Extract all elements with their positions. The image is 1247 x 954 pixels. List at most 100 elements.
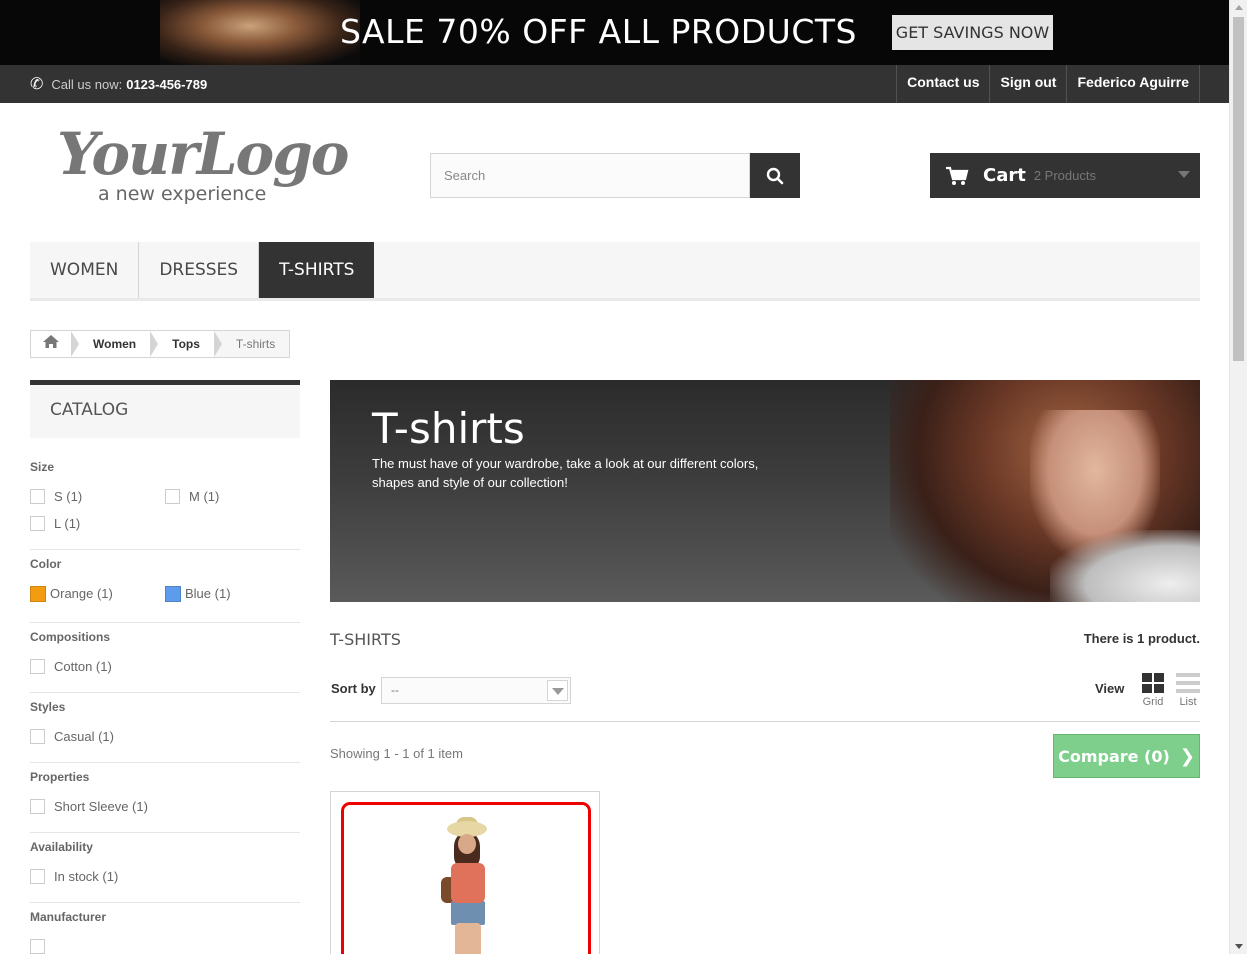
chevron-down-icon[interactable] <box>1178 171 1190 178</box>
facet-styles: Styles Casual (1) <box>30 700 300 750</box>
filter-size-m[interactable]: M (1) <box>165 483 300 510</box>
logo-tagline: a new experience <box>98 183 267 205</box>
filter-in-stock[interactable]: In stock (1) <box>30 863 300 890</box>
scroll-down-icon[interactable] <box>1235 944 1243 949</box>
product-count: There is 1 product. <box>1083 631 1200 646</box>
facet-title: Compositions <box>30 630 110 644</box>
view-list-button[interactable]: List <box>1173 673 1203 708</box>
filter-label: Short Sleeve (1) <box>54 799 148 814</box>
page-scrollbar[interactable] <box>1229 0 1247 954</box>
compare-label: Compare (0) <box>1058 746 1170 766</box>
list-icon <box>1176 673 1200 693</box>
category-banner: T-shirts The must have of your wardrobe,… <box>330 380 1200 602</box>
view-grid-button[interactable]: Grid <box>1138 673 1168 708</box>
chevron-right-icon: ❯ <box>1179 745 1195 767</box>
divider <box>30 902 300 903</box>
facet-title: Size <box>30 460 55 474</box>
facet-title: Manufacturer <box>30 910 107 924</box>
promo-banner[interactable]: SALE 70% OFF ALL PRODUCTS GET SAVINGS NO… <box>0 0 1229 65</box>
product-model-figure <box>439 817 499 954</box>
divider <box>30 549 300 550</box>
site-logo[interactable]: YourLogo a new experience <box>57 120 349 210</box>
filter-color-orange[interactable]: Orange (1) <box>30 580 165 607</box>
compare-button[interactable]: Compare (0) ❯ <box>1053 734 1200 778</box>
phone-icon: ✆ <box>30 76 44 93</box>
showing-count: Showing 1 - 1 of 1 item <box>330 746 463 761</box>
top-nav-bar: ✆ Call us now: 0123-456-789 Contact us S… <box>0 65 1229 103</box>
sign-out-link[interactable]: Sign out <box>989 65 1066 103</box>
filter-cotton[interactable]: Cotton (1) <box>30 653 300 680</box>
header-links: Contact us Sign out Federico Aguirre <box>896 65 1200 103</box>
chevron-down-icon[interactable] <box>547 680 568 701</box>
phone-label: Call us now: <box>51 76 123 92</box>
divider <box>30 832 300 833</box>
facet-availability: Availability In stock (1) <box>30 840 300 890</box>
scroll-up-icon[interactable] <box>1235 5 1243 10</box>
filter-short-sleeve[interactable]: Short Sleeve (1) <box>30 793 300 820</box>
filter-label: S (1) <box>54 489 83 504</box>
account-link[interactable]: Federico Aguirre <box>1066 65 1200 103</box>
checkbox[interactable] <box>30 489 45 504</box>
category-description: The must have of your wardrobe, take a l… <box>372 456 759 490</box>
view-list-label: List <box>1179 696 1197 708</box>
facet-title: Styles <box>30 700 66 714</box>
filter-manufacturer[interactable] <box>30 933 300 954</box>
filter-size-s[interactable]: S (1) <box>30 483 165 510</box>
facet-title: Availability <box>30 840 93 854</box>
listing-heading: T-SHIRTS <box>330 630 401 649</box>
search-bar <box>430 153 800 198</box>
filter-color-blue[interactable]: Blue (1) <box>165 580 300 607</box>
sort-bar: Sort by -- View Grid List <box>330 673 1200 722</box>
divider <box>30 622 300 623</box>
breadcrumb-home[interactable] <box>31 331 71 357</box>
filter-casual[interactable]: Casual (1) <box>30 723 300 750</box>
facet-compositions: Compositions Cotton (1) <box>30 630 300 680</box>
checkbox[interactable] <box>165 489 180 504</box>
menu-item-tshirts[interactable]: T-SHIRTS <box>259 242 375 298</box>
facet-color: Color Orange (1) Blue (1) <box>30 557 300 607</box>
facet-properties: Properties Short Sleeve (1) <box>30 770 300 820</box>
promo-model-image <box>160 0 360 65</box>
cart-button[interactable]: Cart 2 Products <box>930 153 1200 198</box>
sort-select[interactable]: -- <box>381 677 571 704</box>
contact-us-link[interactable]: Contact us <box>896 65 989 103</box>
facet-title: Color <box>30 557 62 571</box>
get-savings-button[interactable]: GET SAVINGS NOW <box>892 15 1053 50</box>
product-card[interactable] <box>330 791 600 954</box>
cart-label: Cart <box>983 165 1026 186</box>
color-swatch-blue[interactable] <box>165 585 181 602</box>
sort-label: Sort by <box>331 681 376 696</box>
product-image[interactable] <box>341 802 591 954</box>
scroll-thumb[interactable] <box>1233 17 1244 361</box>
search-input[interactable] <box>430 153 750 198</box>
checkbox[interactable] <box>30 729 45 744</box>
checkbox[interactable] <box>30 799 45 814</box>
filter-label: Cotton (1) <box>54 659 112 674</box>
checkbox[interactable] <box>30 939 45 954</box>
checkbox[interactable] <box>30 659 45 674</box>
facet-title: Properties <box>30 770 90 784</box>
breadcrumb-women[interactable]: Women <box>71 331 150 357</box>
cart-count: 2 Products <box>1033 168 1096 183</box>
divider <box>30 762 300 763</box>
promo-headline: SALE 70% OFF ALL PRODUCTS <box>340 12 857 51</box>
banner-model-shoulder <box>1050 530 1200 602</box>
breadcrumb-tops[interactable]: Tops <box>150 331 214 357</box>
checkbox[interactable] <box>30 516 45 531</box>
filter-size-l[interactable]: L (1) <box>30 510 165 537</box>
filter-label: L (1) <box>54 516 81 531</box>
filter-label: Orange (1) <box>50 586 113 601</box>
category-title: T-shirts <box>372 404 525 453</box>
search-button[interactable] <box>750 153 800 198</box>
main-menu: WOMEN DRESSES T-SHIRTS <box>30 242 1200 301</box>
checkbox[interactable] <box>30 869 45 884</box>
facet-size: Size S (1) M (1) L (1) <box>30 460 300 537</box>
menu-item-dresses[interactable]: DRESSES <box>139 242 260 298</box>
color-swatch-orange[interactable] <box>30 585 46 602</box>
home-icon <box>43 335 59 348</box>
cart-icon <box>946 166 969 185</box>
breadcrumb: Women Tops T-shirts <box>30 330 291 358</box>
logo-wordmark: YourLogo <box>57 120 349 188</box>
sort-value: -- <box>391 683 399 697</box>
menu-item-women[interactable]: WOMEN <box>30 242 140 298</box>
